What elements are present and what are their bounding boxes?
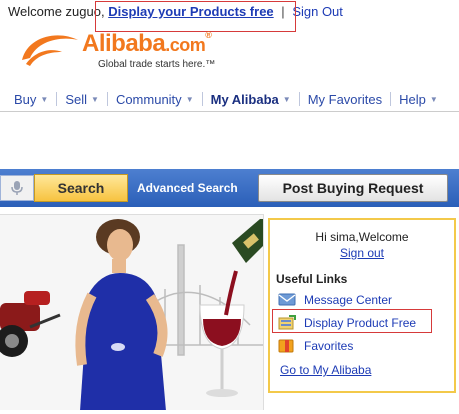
go-to-my-alibaba-link[interactable]: Go to My Alibaba: [280, 363, 371, 377]
nav-item-sell[interactable]: Sell ▼: [59, 92, 105, 107]
nav-item-buy[interactable]: Buy ▼: [8, 92, 54, 107]
banner-illustration: [0, 215, 263, 410]
alibaba-smile-logo-icon: [22, 35, 78, 66]
nav-divider: [298, 92, 300, 106]
chevron-down-icon: ▼: [282, 94, 291, 104]
favorites-link[interactable]: Favorites: [278, 338, 353, 353]
red-highlight-box-top: [95, 1, 296, 32]
greeting-text: Hi sima,Welcome: [315, 230, 409, 244]
search-bar: Search Advanced Search Post Buying Reque…: [0, 169, 459, 207]
nav-item-my-alibaba[interactable]: My Alibaba ▼: [205, 92, 297, 107]
favorites-icon: [278, 338, 296, 353]
advanced-search-link[interactable]: Advanced Search: [137, 181, 238, 195]
envelope-icon: [278, 292, 296, 307]
welcome-text: Welcome zuguo,: [8, 4, 105, 19]
alibaba-logo[interactable]: Alibaba.com® Global trade starts here.™: [18, 30, 258, 76]
useful-links-heading: Useful Links: [276, 272, 348, 286]
chevron-down-icon: ▼: [40, 94, 49, 104]
search-button[interactable]: Search: [34, 174, 128, 202]
nav-divider: [201, 92, 203, 106]
nav-divider: [390, 92, 392, 106]
red-highlight-box-side: [272, 309, 432, 333]
favorites-label: Favorites: [304, 338, 354, 353]
message-center-label: Message Center: [304, 292, 393, 307]
panel-sign-out-link[interactable]: Sign out: [270, 246, 454, 260]
nav-item-help[interactable]: Help ▼: [393, 92, 444, 107]
logo-tagline: Global trade starts here.™: [98, 59, 216, 70]
nav-item-my-favorites[interactable]: My Favorites: [302, 92, 388, 107]
post-buying-request-button[interactable]: Post Buying Request: [258, 174, 448, 202]
nav-divider: [106, 92, 108, 106]
logo-wordmark: Alibaba.com®: [82, 30, 212, 57]
chevron-down-icon: ▼: [185, 94, 194, 104]
chevron-down-icon: ▼: [91, 94, 99, 104]
promo-banner-image[interactable]: [0, 214, 264, 410]
account-side-panel: Hi sima,Welcome Sign out Useful Links Me…: [268, 218, 456, 393]
sign-out-link[interactable]: Sign Out: [292, 4, 343, 19]
main-nav: Buy ▼ Sell ▼ Community ▼ My Alibaba ▼ My Fav…: [0, 88, 459, 112]
chevron-down-icon: ▼: [429, 94, 438, 104]
microphone-icon[interactable]: [0, 175, 34, 201]
nav-divider: [56, 92, 58, 106]
message-center-link[interactable]: Message Center: [278, 292, 392, 307]
nav-item-community[interactable]: Community ▼: [110, 92, 200, 107]
